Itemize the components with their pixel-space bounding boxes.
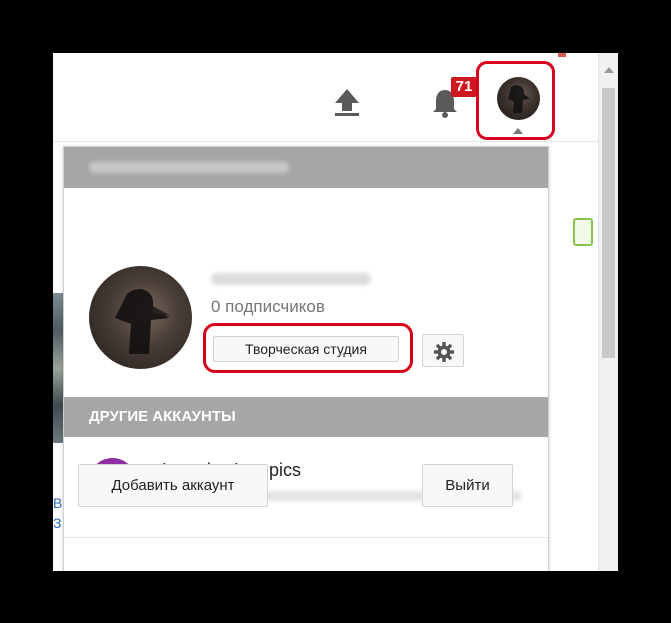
chevron-up-icon: [513, 128, 523, 134]
account-email-header: [64, 147, 548, 188]
gear-icon: [434, 342, 454, 362]
other-accounts-title: ДРУГИЕ АККАУНТЫ: [89, 408, 236, 425]
scroll-up-icon[interactable]: [604, 67, 614, 73]
tab-edge: [558, 53, 566, 57]
add-account-button[interactable]: Добавить аккаунт: [78, 464, 268, 507]
menu-footer: [64, 537, 548, 571]
background-icon: [573, 218, 593, 246]
account-avatar-large[interactable]: [89, 266, 192, 369]
account-dropdown: 0 подписчиков Творческая студия ДРУГИЕ А…: [63, 146, 549, 571]
masthead-divider: [53, 141, 599, 142]
blurred-email: [89, 162, 289, 173]
subscriber-count: 0 подписчиков: [211, 297, 325, 316]
notification-count-badge: 71: [451, 77, 477, 97]
other-accounts-header: ДРУГИЕ АККАУНТЫ: [64, 397, 548, 437]
browser-viewport: 71 ВЗ 0 подписчиков Творческая студия ДР…: [53, 53, 618, 571]
scrollbar[interactable]: [598, 53, 618, 571]
blurred-channel-name: [211, 273, 371, 285]
avatar-icon[interactable]: [497, 77, 540, 120]
upload-icon[interactable]: [333, 87, 361, 117]
background-link-fragment: ВЗ: [53, 495, 63, 531]
creator-studio-button[interactable]: Творческая студия: [213, 336, 399, 362]
scrollbar-thumb[interactable]: [602, 88, 615, 358]
background-thumbnail: [53, 293, 63, 443]
settings-button[interactable]: [422, 334, 464, 367]
sign-out-button[interactable]: Выйти: [422, 464, 513, 507]
